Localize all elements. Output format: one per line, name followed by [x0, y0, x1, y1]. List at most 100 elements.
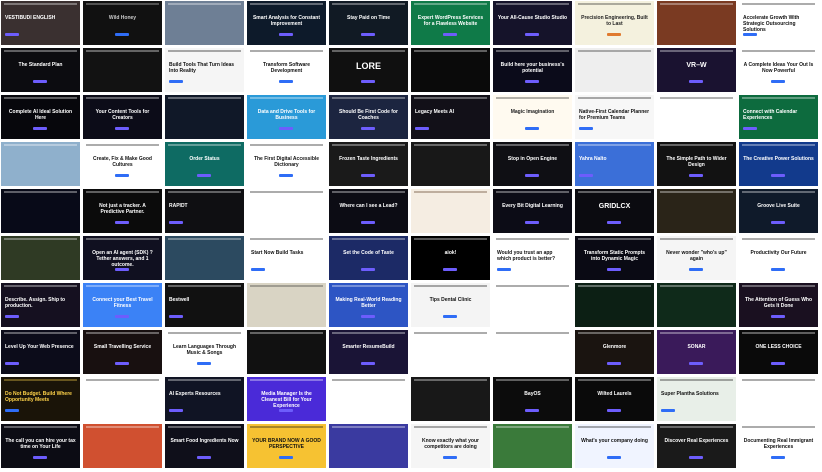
- website-thumbnail[interactable]: Create, Fix & Make Good Cultures: [83, 142, 162, 186]
- website-thumbnail[interactable]: ONE LESS CHOICE: [739, 330, 818, 374]
- website-thumbnail[interactable]: Bestwell: [165, 283, 244, 327]
- website-thumbnail[interactable]: [493, 330, 572, 374]
- website-thumbnail[interactable]: [411, 142, 490, 186]
- website-thumbnail[interactable]: Productivity Our Future: [739, 236, 818, 280]
- website-thumbnail[interactable]: Stop in Open Engine: [493, 142, 572, 186]
- website-thumbnail[interactable]: [1, 189, 80, 233]
- website-thumbnail[interactable]: Transform Static Prompts into Dynamic Ma…: [575, 236, 654, 280]
- website-thumbnail[interactable]: The call you can hire your tax time on Y…: [1, 424, 80, 468]
- website-thumbnail[interactable]: Data and Drive Tools for Business: [247, 95, 326, 139]
- website-thumbnail[interactable]: Not just a tracker. A Predictive Partner…: [83, 189, 162, 233]
- website-thumbnail[interactable]: RAPIDT: [165, 189, 244, 233]
- website-thumbnail[interactable]: Smart Analysis for Constant Improvement: [247, 1, 326, 45]
- website-thumbnail[interactable]: [83, 48, 162, 92]
- website-thumbnail[interactable]: Transform Software Development: [247, 48, 326, 92]
- website-thumbnail[interactable]: YOUR BRAND NOW A GOOD PERSPECTIVE: [247, 424, 326, 468]
- website-thumbnail[interactable]: [575, 283, 654, 327]
- website-thumbnail[interactable]: [411, 48, 490, 92]
- website-thumbnail[interactable]: Should Be First Code for Coaches: [329, 95, 408, 139]
- website-thumbnail[interactable]: Start Now Build Tasks: [247, 236, 326, 280]
- website-thumbnail[interactable]: Making Real-World Reading Better: [329, 283, 408, 327]
- website-thumbnail[interactable]: Magic Imagination: [493, 95, 572, 139]
- website-thumbnail[interactable]: [83, 377, 162, 421]
- website-thumbnail[interactable]: [657, 283, 736, 327]
- website-thumbnail[interactable]: Accelerate Growth With Strategic Outsour…: [739, 1, 818, 45]
- website-thumbnail[interactable]: AI Experts Resources: [165, 377, 244, 421]
- website-thumbnail[interactable]: Complete AI Ideal Solution Here: [1, 95, 80, 139]
- website-thumbnail[interactable]: [575, 48, 654, 92]
- website-thumbnail[interactable]: Set the Code of Taste: [329, 236, 408, 280]
- website-thumbnail[interactable]: [165, 95, 244, 139]
- website-thumbnail[interactable]: [493, 424, 572, 468]
- website-thumbnail[interactable]: Discover Real Experiences: [657, 424, 736, 468]
- website-thumbnail[interactable]: The Simple Path to Wider Design: [657, 142, 736, 186]
- website-thumbnail[interactable]: Level Up Your Web Presence: [1, 330, 80, 374]
- website-thumbnail[interactable]: Connect your Best Travel Fitness: [83, 283, 162, 327]
- website-thumbnail[interactable]: Frozen Taste Ingredients: [329, 142, 408, 186]
- website-thumbnail[interactable]: [247, 189, 326, 233]
- website-thumbnail[interactable]: GRIDLCX: [575, 189, 654, 233]
- website-thumbnail[interactable]: Know exactly what your competitors are d…: [411, 424, 490, 468]
- website-thumbnail[interactable]: [165, 236, 244, 280]
- website-thumbnail[interactable]: [247, 330, 326, 374]
- website-thumbnail[interactable]: Legacy Meets AI: [411, 95, 490, 139]
- website-thumbnail[interactable]: A Complete Ideas Your Out Is Now Powerfu…: [739, 48, 818, 92]
- website-thumbnail[interactable]: Smarter ResumeBuild: [329, 330, 408, 374]
- website-thumbnail[interactable]: VESTIBUDI ENGLISH: [1, 1, 80, 45]
- website-thumbnail[interactable]: [411, 189, 490, 233]
- website-thumbnail[interactable]: [657, 95, 736, 139]
- website-thumbnail[interactable]: [329, 377, 408, 421]
- website-thumbnail[interactable]: [411, 330, 490, 374]
- website-thumbnail[interactable]: Documenting Real Immigrant Experiences: [739, 424, 818, 468]
- website-thumbnail[interactable]: Learn Languages Through Music & Songs: [165, 330, 244, 374]
- website-thumbnail[interactable]: Order Status: [165, 142, 244, 186]
- website-thumbnail[interactable]: Wild Honey: [83, 1, 162, 45]
- website-thumbnail[interactable]: Where can I see a Lead?: [329, 189, 408, 233]
- website-thumbnail[interactable]: [657, 189, 736, 233]
- website-thumbnail[interactable]: Yahra Nalto: [575, 142, 654, 186]
- website-thumbnail[interactable]: aiok!: [411, 236, 490, 280]
- website-thumbnail[interactable]: Every Bit Digital Learning: [493, 189, 572, 233]
- website-thumbnail[interactable]: Build here your business's potential: [493, 48, 572, 92]
- website-thumbnail[interactable]: Tips Dental Clinic: [411, 283, 490, 327]
- website-thumbnail[interactable]: [329, 424, 408, 468]
- website-thumbnail[interactable]: Never wonder "who's up" again: [657, 236, 736, 280]
- website-thumbnail[interactable]: VR–W: [657, 48, 736, 92]
- website-thumbnail[interactable]: What's your company doing: [575, 424, 654, 468]
- website-thumbnail[interactable]: Native-First Calendar Planner for Premiu…: [575, 95, 654, 139]
- website-thumbnail[interactable]: The First Digital Accessible Dictionary: [247, 142, 326, 186]
- website-thumbnail[interactable]: Stay Paid on Time: [329, 1, 408, 45]
- website-thumbnail[interactable]: Glenmore: [575, 330, 654, 374]
- website-thumbnail[interactable]: SONAR: [657, 330, 736, 374]
- website-thumbnail[interactable]: Precision Engineering, Built to Last: [575, 1, 654, 45]
- website-thumbnail[interactable]: LORE: [329, 48, 408, 92]
- website-thumbnail[interactable]: [1, 236, 80, 280]
- website-thumbnail[interactable]: [247, 283, 326, 327]
- website-thumbnail[interactable]: [411, 377, 490, 421]
- website-thumbnail[interactable]: [83, 424, 162, 468]
- website-thumbnail[interactable]: Media Manager Is the Cleanest Bill for Y…: [247, 377, 326, 421]
- website-thumbnail[interactable]: Groove Live Suite: [739, 189, 818, 233]
- website-thumbnail[interactable]: The Standard Plan: [1, 48, 80, 92]
- website-thumbnail[interactable]: BayOS: [493, 377, 572, 421]
- website-thumbnail[interactable]: Your All-Cause Studio Studio: [493, 1, 572, 45]
- website-thumbnail[interactable]: Open an AI agent (SDK) ? Tether answers,…: [83, 236, 162, 280]
- website-thumbnail[interactable]: [493, 283, 572, 327]
- website-thumbnail[interactable]: [739, 377, 818, 421]
- website-thumbnail[interactable]: Super Plantha Solutions: [657, 377, 736, 421]
- website-thumbnail[interactable]: Build Tools That Turn Ideas Into Reality: [165, 48, 244, 92]
- website-thumbnail[interactable]: Expert WordPress Services for a Flawless…: [411, 1, 490, 45]
- website-thumbnail[interactable]: Would you trust an app which product is …: [493, 236, 572, 280]
- website-thumbnail[interactable]: [165, 1, 244, 45]
- website-thumbnail[interactable]: Small Travelling Service: [83, 330, 162, 374]
- website-thumbnail[interactable]: Do Not Budget. Build Where Opportunity M…: [1, 377, 80, 421]
- website-thumbnail[interactable]: Describe. Assign. Ship to production.: [1, 283, 80, 327]
- website-thumbnail[interactable]: Connect with Calendar Experiences: [739, 95, 818, 139]
- website-thumbnail[interactable]: Smart Food Ingredients Now: [165, 424, 244, 468]
- website-thumbnail[interactable]: The Attention of Guess Who Gets It Done: [739, 283, 818, 327]
- website-thumbnail[interactable]: [1, 142, 80, 186]
- website-thumbnail[interactable]: Wilted Laurels: [575, 377, 654, 421]
- website-thumbnail[interactable]: The Creative Power Solutions: [739, 142, 818, 186]
- website-thumbnail[interactable]: Your Content Tools for Creators: [83, 95, 162, 139]
- website-thumbnail[interactable]: [657, 1, 736, 45]
